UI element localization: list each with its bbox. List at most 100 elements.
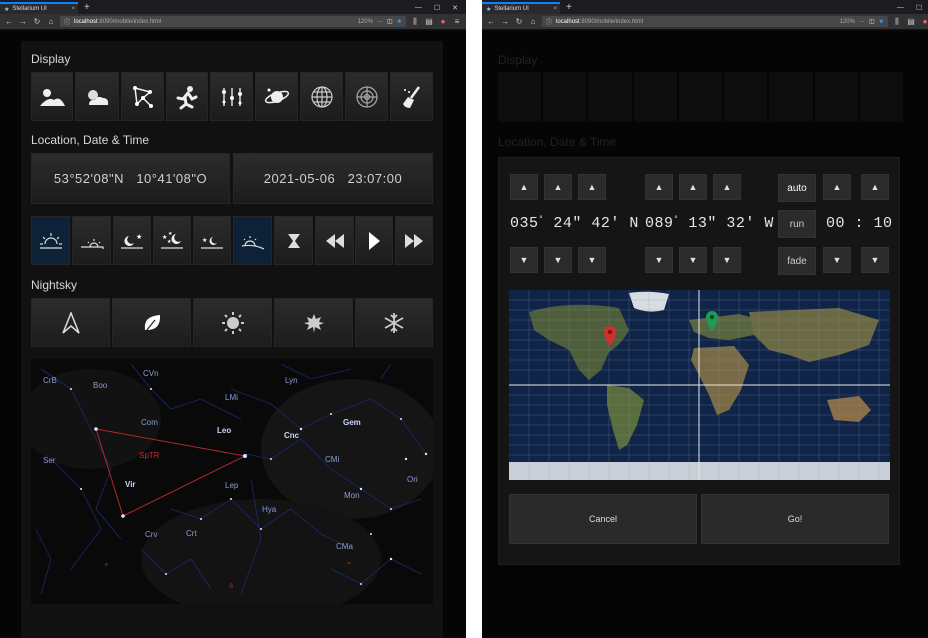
- reload-icon[interactable]: ↻: [514, 17, 524, 26]
- address-bar[interactable]: ⓘ localhost:8090/mobile/index.html 120% …: [60, 16, 406, 27]
- clear-icon: [859, 72, 903, 122]
- sunset-button[interactable]: [72, 216, 111, 265]
- firefox-account-icon[interactable]: ●: [438, 17, 448, 26]
- forward-icon[interactable]: →: [18, 17, 28, 26]
- sky-map-canvas[interactable]: CrB Boo CVn Lyn LMi Com Leo Cnc Gem Ser …: [21, 359, 441, 619]
- lon-deg-up-button[interactable]: ▲: [645, 174, 673, 200]
- new-tab-button-right[interactable]: +: [566, 2, 572, 14]
- minimize-icon[interactable]: —: [415, 4, 422, 12]
- library-icon[interactable]: ⫼: [410, 17, 420, 27]
- timer-sec-up-button[interactable]: ▲: [861, 174, 889, 200]
- tab-close-icon[interactable]: ×: [553, 6, 557, 12]
- summer-button[interactable]: [193, 298, 272, 347]
- lat-min-down-button[interactable]: ▼: [544, 247, 572, 273]
- new-tab-button[interactable]: +: [84, 2, 90, 14]
- moonrise-button[interactable]: ★: [113, 216, 151, 265]
- night-button[interactable]: ★ ★ ★: [153, 216, 191, 265]
- back-icon[interactable]: ←: [486, 17, 496, 26]
- latitude-readout: 035° 24" 42' N: [510, 215, 639, 232]
- autumn-button[interactable]: [274, 298, 353, 347]
- night-icon: ★★★: [161, 231, 183, 249]
- date-time-button[interactable]: 2021-05-06 23:07:00: [233, 153, 433, 204]
- lon-sec-up-button[interactable]: ▲: [713, 174, 741, 200]
- browser-tab-right[interactable]: ★ Stellarium UI ×: [482, 2, 560, 14]
- dawn-button[interactable]: ★: [193, 216, 231, 265]
- day-button[interactable]: [233, 216, 272, 265]
- close-window-icon[interactable]: ✕: [452, 4, 458, 12]
- constellation-labels-button[interactable]: [210, 72, 253, 121]
- lat-deg-down-button[interactable]: ▼: [510, 247, 538, 273]
- lat-min-up-button[interactable]: ▲: [544, 174, 572, 200]
- sunrise-button[interactable]: [31, 216, 70, 265]
- maximize-icon[interactable]: ☐: [434, 4, 440, 12]
- lat-sec-up-button[interactable]: ▲: [578, 174, 606, 200]
- page-actions-icon[interactable]: ···: [377, 19, 383, 25]
- page-actions-icon[interactable]: ···: [859, 19, 865, 25]
- forward-icon[interactable]: →: [500, 17, 510, 26]
- cancel-button[interactable]: Cancel: [509, 494, 697, 544]
- home-icon[interactable]: ⌂: [46, 17, 56, 26]
- tab-close-icon[interactable]: ×: [71, 6, 75, 12]
- maximize-icon[interactable]: ☐: [916, 4, 922, 12]
- label-cmi: CMi: [325, 455, 339, 464]
- planets-button[interactable]: [255, 72, 298, 121]
- equatorial-grid-button[interactable]: [345, 72, 388, 121]
- constellation-lines-icon: [588, 72, 632, 122]
- minimize-icon[interactable]: —: [897, 4, 904, 12]
- go-button[interactable]: Go!: [701, 494, 889, 544]
- longitude-readout: 089° 13" 32' W: [645, 215, 774, 232]
- timer-min-down-button[interactable]: ▼: [823, 247, 851, 273]
- hamburger-menu-icon[interactable]: ≡: [452, 17, 462, 26]
- winter-button[interactable]: [355, 298, 433, 347]
- page-info-icon[interactable]: ⓘ: [64, 17, 70, 26]
- fast-forward-button[interactable]: [395, 216, 433, 265]
- sunrise-icon: [39, 232, 62, 249]
- constellation-lines-button[interactable]: [121, 72, 164, 121]
- clear-selection-button[interactable]: [390, 72, 433, 121]
- zoom-level[interactable]: 120%: [358, 19, 373, 25]
- fade-button[interactable]: fade: [778, 247, 816, 275]
- constellation-labels-icon: [221, 87, 242, 106]
- lat-sec-down-button[interactable]: ▼: [578, 247, 606, 273]
- world-map[interactable]: [509, 290, 890, 480]
- sidebar-icon[interactable]: ▤: [424, 17, 434, 26]
- rewind-button[interactable]: [315, 216, 354, 265]
- spring-button[interactable]: [112, 298, 191, 347]
- library-icon[interactable]: ⫼: [892, 17, 902, 27]
- page-info-icon[interactable]: ⓘ: [546, 17, 552, 26]
- pocket-icon[interactable]: ◫: [387, 18, 393, 25]
- landscape-button[interactable]: [31, 72, 73, 121]
- constellation-art-button[interactable]: [166, 72, 208, 121]
- reset-time-button[interactable]: [274, 216, 313, 265]
- pocket-icon[interactable]: ◫: [869, 18, 875, 25]
- back-icon[interactable]: ←: [4, 17, 14, 26]
- lon-min-up-button[interactable]: ▲: [679, 174, 707, 200]
- location-button[interactable]: 53°52'08"N 10°41'08"O: [31, 153, 230, 204]
- address-bar-right[interactable]: ⓘ localhost:8090/mobile/index.html 120% …: [542, 16, 888, 27]
- lon-min-down-button[interactable]: ▼: [679, 247, 707, 273]
- sidebar-icon[interactable]: ▤: [906, 17, 916, 26]
- bookmark-star-icon[interactable]: ★: [397, 18, 402, 25]
- nightsky-heading: Nightsky: [31, 278, 78, 292]
- play-button[interactable]: [355, 216, 393, 265]
- home-icon[interactable]: ⌂: [528, 17, 538, 26]
- sky-map[interactable]: CrB Boo CVn Lyn LMi Com Leo Cnc Gem Ser …: [21, 359, 441, 619]
- run-button[interactable]: run: [778, 210, 816, 238]
- label-leo: Leo: [217, 426, 231, 435]
- lon-sec-down-button[interactable]: ▼: [713, 247, 741, 273]
- lat-deg-up-button[interactable]: ▲: [510, 174, 538, 200]
- world-map-canvas[interactable]: [509, 290, 890, 480]
- browser-tab[interactable]: ★ Stellarium UI ×: [0, 2, 78, 14]
- reload-icon[interactable]: ↻: [32, 17, 42, 26]
- atmosphere-button[interactable]: [75, 72, 119, 121]
- firefox-account-icon[interactable]: ●: [920, 17, 928, 26]
- bookmark-star-icon[interactable]: ★: [879, 18, 884, 25]
- azimuthal-grid-button[interactable]: [300, 72, 343, 121]
- lon-deg-down-button[interactable]: ▼: [645, 247, 673, 273]
- timer-min-up-button[interactable]: ▲: [823, 174, 851, 200]
- auto-button[interactable]: auto: [778, 174, 816, 202]
- timer-sec-down-button[interactable]: ▼: [861, 247, 889, 273]
- compass-button[interactable]: [31, 298, 110, 347]
- label-crv: Crv: [145, 530, 157, 539]
- zoom-level-right[interactable]: 120%: [840, 19, 855, 25]
